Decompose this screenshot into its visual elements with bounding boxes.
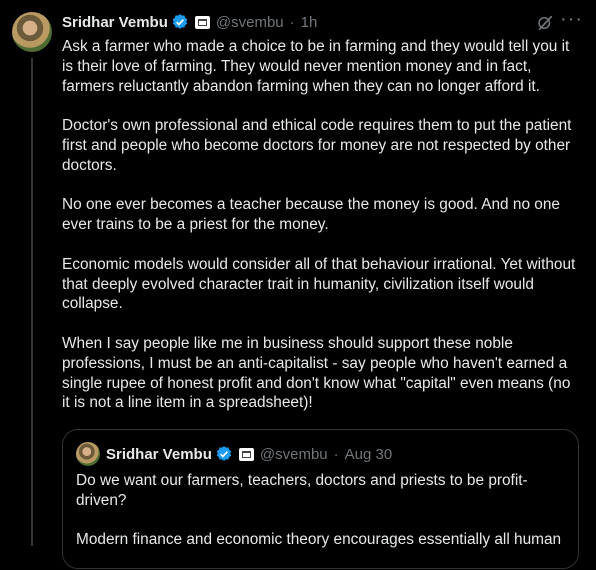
thread-line [31,58,33,546]
author-avatar[interactable] [12,12,52,52]
quoted-body: Do we want our farmers, teachers, doctor… [76,471,566,570]
affiliate-badge-icon [238,447,254,461]
verified-badge-icon [216,446,232,461]
tweet-paragraph: Ask a farmer who made a choice to be in … [62,38,570,95]
tweet-paragraph: Economic models would consider all of th… [62,255,576,313]
tweet-body: Ask a farmer who made a choice to be in … [62,37,582,433]
tweet-time[interactable]: 1h [301,14,318,31]
author-name[interactable]: Sridhar Vembu [62,14,168,31]
header-separator: · [289,13,295,31]
tweet-paragraph: No one ever becomes a teacher because th… [62,196,560,234]
quoted-separator: · [333,445,339,463]
quoted-author-name: Sridhar Vembu [106,445,212,463]
tweet-header: Sridhar Vembu @svembu · 1h [62,12,317,32]
quoted-paragraph: Modern finance and economic theory encou… [76,531,562,549]
tweet-paragraph: When I say people like me in business sh… [62,334,571,412]
quoted-header: Sridhar Vembu @svembu · Aug 30 [76,442,392,466]
grok-icon[interactable] [536,14,554,32]
quoted-date: Aug 30 [344,445,393,463]
more-icon[interactable]: ··· [560,9,582,33]
quoted-handle: @svembu [259,445,328,463]
quoted-tweet[interactable]: Sridhar Vembu @svembu · Aug 30 Do we wan… [62,429,579,569]
verified-badge-icon [172,14,188,29]
affiliate-badge-icon[interactable] [194,15,210,29]
author-handle[interactable]: @svembu [216,14,284,31]
tweet-paragraph: Doctor's own professional and ethical co… [62,117,572,174]
quoted-paragraph: Do we want our farmers, teachers, doctor… [76,472,528,509]
quoted-avatar [76,442,100,466]
